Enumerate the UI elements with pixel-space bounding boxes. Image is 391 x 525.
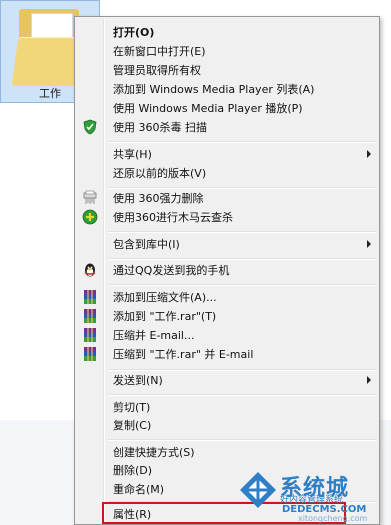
menu-item-open-new-window[interactable]: 在新窗口中打开(E) <box>77 41 377 61</box>
menu-item-cut[interactable]: 剪切(T) <box>77 397 377 417</box>
menu-item-360-scan[interactable]: 使用 360杀毒 扫描 <box>77 117 377 137</box>
winrar-icon <box>84 290 96 304</box>
winrar-icon <box>84 347 96 361</box>
360-plus-icon <box>82 209 98 225</box>
menu-item-share[interactable]: 共享(H) <box>77 144 377 164</box>
menu-item-360-force-delete[interactable]: 使用 360强力删除 <box>77 188 377 208</box>
shredder-icon <box>83 190 97 204</box>
submenu-arrow-icon <box>367 376 371 384</box>
menu-item-360-trojan-scan[interactable]: 使用360进行木马云查杀 <box>77 207 377 227</box>
watermark-url-secondary: xitongcheng.com <box>298 514 368 523</box>
menu-item-label: 在新窗口中打开(E) <box>113 45 206 58</box>
menu-item-label: 压缩并 E-mail... <box>113 329 195 342</box>
menu-item-label: 使用 360杀毒 扫描 <box>113 121 207 134</box>
menu-item-compress-rar-email[interactable]: 压缩到 "工作.rar" 并 E-mail <box>77 344 377 364</box>
submenu-arrow-icon <box>367 240 371 248</box>
menu-item-label: 还原以前的版本(V) <box>113 167 207 180</box>
menu-item-play-wmp[interactable]: 使用 Windows Media Player 播放(P) <box>77 98 377 118</box>
menu-item-label: 发送到(N) <box>113 374 163 387</box>
menu-item-send-to[interactable]: 发送到(N) <box>77 370 377 390</box>
menu-item-label: 添加到压缩文件(A)... <box>113 291 217 304</box>
menu-item-add-to-rar[interactable]: 添加到 "工作.rar"(T) <box>77 306 377 326</box>
menu-separator <box>108 394 377 396</box>
menu-item-add-to-archive[interactable]: 添加到压缩文件(A)... <box>77 287 377 307</box>
menu-item-label: 创建快捷方式(S) <box>113 446 195 459</box>
menu-item-label: 使用360进行木马云查杀 <box>113 211 233 224</box>
menu-item-label: 使用 Windows Media Player 播放(P) <box>113 102 303 115</box>
menu-item-label: 压缩到 "工作.rar" 并 E-mail <box>113 348 254 361</box>
xitongcheng-logo-icon <box>240 472 276 508</box>
menu-item-label: 删除(D) <box>113 464 153 477</box>
menu-item-label: 剪切(T) <box>113 401 151 414</box>
menu-item-label: 重命名(M) <box>113 483 165 496</box>
menu-item-label: 共享(H) <box>113 148 152 161</box>
menu-item-label: 使用 360强力删除 <box>113 192 204 205</box>
menu-separator <box>108 439 377 441</box>
menu-item-open[interactable]: 打开(O) <box>77 22 377 42</box>
menu-separator <box>108 141 377 143</box>
shield-360-icon <box>83 119 97 135</box>
menu-item-take-ownership[interactable]: 管理员取得所有权 <box>77 60 377 80</box>
menu-item-label: 打开(O) <box>113 26 155 39</box>
menu-item-label: 复制(C) <box>113 419 152 432</box>
menu-item-label: 管理员取得所有权 <box>113 64 201 77</box>
menu-item-copy[interactable]: 复制(C) <box>77 415 377 435</box>
qq-penguin-icon <box>84 263 96 277</box>
context-menu: 打开(O) 在新窗口中打开(E) 管理员取得所有权 添加到 Windows Me… <box>74 16 380 525</box>
menu-item-label: 包含到库中(I) <box>113 238 180 251</box>
menu-item-include-in-library[interactable]: 包含到库中(I) <box>77 234 377 254</box>
menu-item-label: 添加到 Windows Media Player 列表(A) <box>113 83 315 96</box>
menu-separator <box>108 231 377 233</box>
winrar-icon <box>84 328 96 342</box>
menu-item-label: 通过QQ发送到我的手机 <box>113 264 230 277</box>
menu-item-compress-email[interactable]: 压缩并 E-mail... <box>77 325 377 345</box>
winrar-icon <box>84 309 96 323</box>
menu-item-restore-previous[interactable]: 还原以前的版本(V) <box>77 163 377 183</box>
menu-item-add-to-wmp-list[interactable]: 添加到 Windows Media Player 列表(A) <box>77 79 377 99</box>
menu-item-qq-send-phone[interactable]: 通过QQ发送到我的手机 <box>77 260 377 280</box>
menu-separator <box>108 284 377 286</box>
submenu-arrow-icon <box>367 150 371 158</box>
menu-item-create-shortcut[interactable]: 创建快捷方式(S) <box>77 442 377 462</box>
menu-item-label: 添加到 "工作.rar"(T) <box>113 310 217 323</box>
watermark: 系统城 好内容管理系统 DEDECMS.COM xitongcheng.com <box>238 468 391 525</box>
